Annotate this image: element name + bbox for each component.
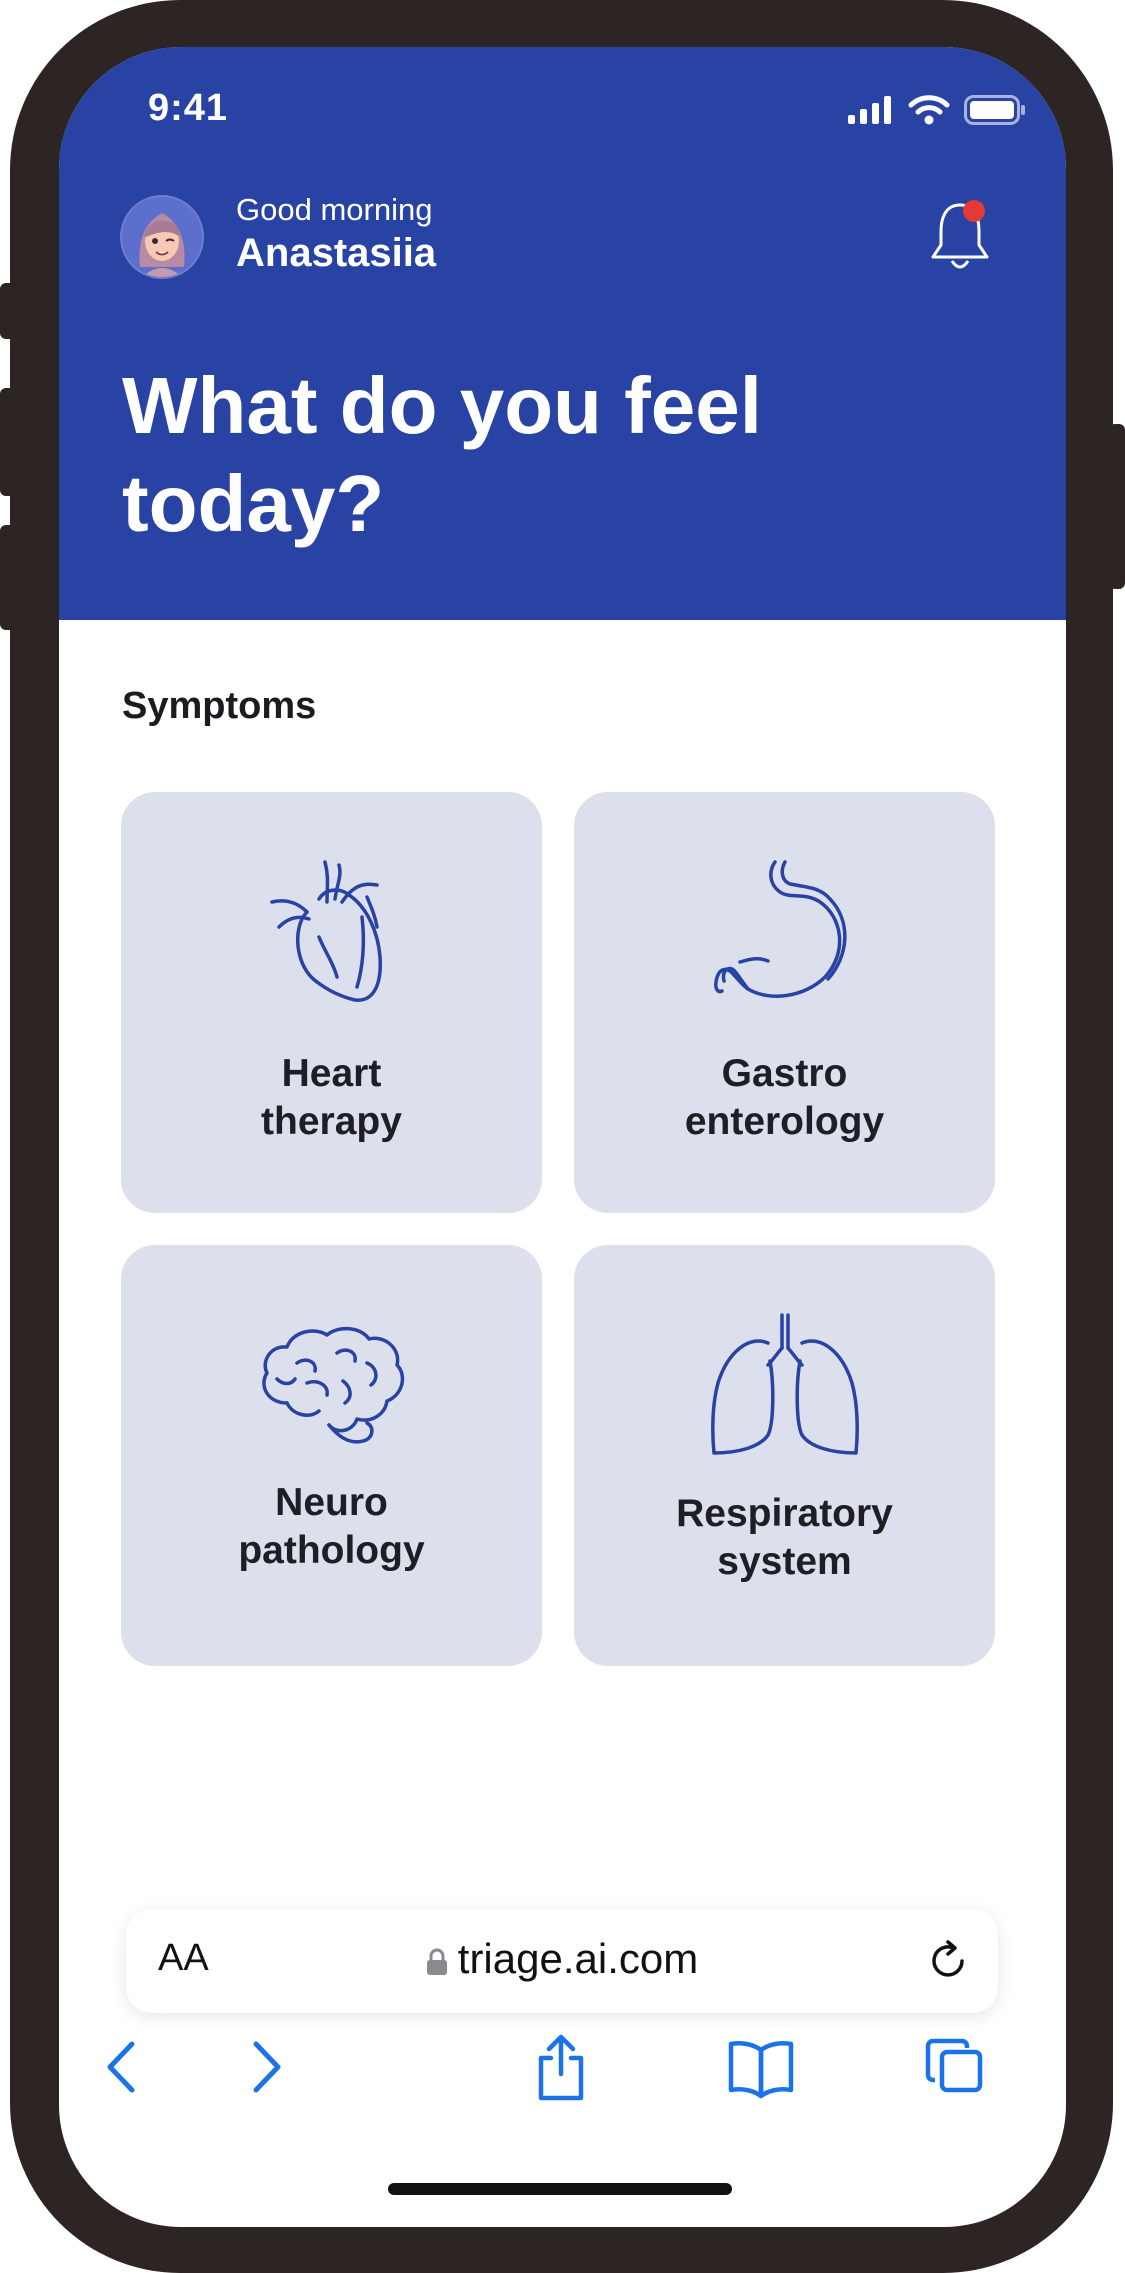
header: 9:41 Good morning Anastasiia What do you… [59,47,1066,620]
bookmarks-icon [728,2041,794,2099]
volume-up-button [0,388,16,496]
card-respiratory-system[interactable]: Respiratory system [574,1245,995,1666]
status-icons [848,95,1026,125]
share-icon [538,2034,584,2101]
url-text: triage.ai.com [457,1935,699,1982]
battery-icon [964,95,1025,125]
tabs-icon [925,2038,983,2093]
page-headline: What do you feel today? [122,361,762,548]
card-label-line1: Respiratory [676,1492,893,1535]
power-button [1109,424,1125,589]
avatar-image [122,197,202,277]
card-neuro-pathology[interactable]: Neuro pathology [121,1245,542,1666]
bookmarks-button[interactable] [725,2032,797,2102]
wifi-icon [908,95,950,125]
forward-icon [253,2041,281,2093]
volume-down-button [0,525,16,630]
card-heart-therapy[interactable]: Heart therapy [121,792,542,1213]
card-label-line2: pathology [238,1529,425,1572]
url-field[interactable]: triage.ai.com [126,1935,998,1983]
card-label: Heart therapy [121,1050,542,1146]
mute-switch [0,283,16,339]
tabs-button[interactable] [925,2032,985,2102]
card-label-line1: Neuro [275,1481,388,1524]
back-icon [107,2041,135,2093]
heart-icon [269,860,382,1002]
address-bar[interactable]: AA triage.ai.com [126,1909,998,2013]
card-label: Neuro pathology [121,1479,542,1575]
card-label: Gastro enterology [574,1050,995,1146]
stomach-icon [713,860,846,998]
lock-icon [426,1948,447,1975]
card-label: Respiratory system [574,1490,995,1586]
home-indicator [388,2183,732,2195]
signal-icon [848,96,891,124]
section-title: Symptoms [122,685,317,727]
greeting-text: Good morning [236,192,433,227]
card-label-line2: system [717,1540,852,1583]
lungs-icon [710,1313,859,1455]
reload-icon[interactable] [926,1939,970,1983]
notification-dot [963,200,985,222]
card-label-line2: therapy [261,1100,402,1143]
forward-button[interactable] [234,2032,294,2102]
screen: 9:41 Good morning Anastasiia What do you… [59,47,1066,2227]
avatar[interactable] [120,195,204,279]
user-name: Anastasiia [236,231,437,275]
card-label-line2: enterology [684,1100,885,1143]
share-button[interactable] [531,2032,591,2102]
bell-icon [931,200,989,269]
back-button[interactable] [94,2032,154,2102]
card-label-line1: Gastro [721,1052,848,1095]
status-time: 9:41 [148,87,229,129]
notifications-button[interactable] [925,197,995,277]
card-label-line1: Heart [281,1052,382,1095]
brain-icon [261,1326,404,1444]
card-gastro-enterology[interactable]: Gastro enterology [574,792,995,1213]
